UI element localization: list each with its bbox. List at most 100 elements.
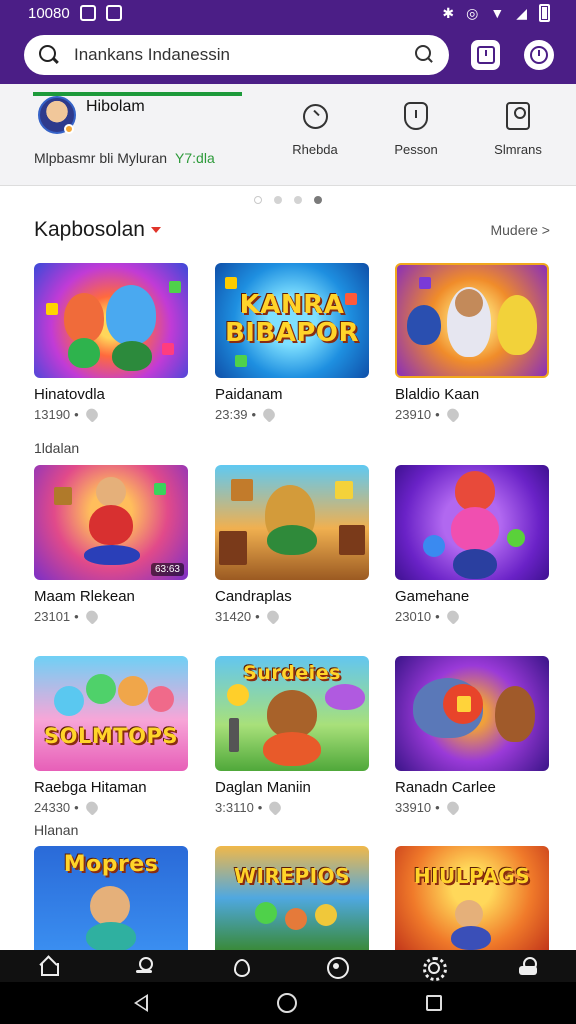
game-card[interactable]: SOLMTOPS Raebga Hitaman 24330 • bbox=[34, 656, 188, 816]
card-meta: 24330 • bbox=[34, 799, 188, 816]
card-meta: 3:3110 • bbox=[215, 799, 369, 816]
game-card[interactable]: Mopres bbox=[34, 846, 188, 950]
game-card[interactable]: Ranadn Carlee 33910 • bbox=[395, 656, 549, 816]
game-thumbnail[interactable] bbox=[215, 465, 369, 580]
game-thumbnail[interactable]: Mopres bbox=[34, 846, 188, 950]
game-thumbnail[interactable] bbox=[34, 263, 188, 378]
signal-icon: ◢ bbox=[516, 5, 527, 21]
section-title[interactable]: Kapbosolan bbox=[34, 218, 161, 242]
tab-main-subtitle-text: Mlpbasmr bli Myluran bbox=[34, 150, 168, 166]
card-stat: 3:3110 bbox=[215, 800, 254, 815]
group-label: 1ldalan bbox=[34, 440, 80, 456]
home-icon[interactable] bbox=[37, 955, 59, 977]
game-card[interactable]: HIULPAGS bbox=[395, 846, 549, 950]
heart-icon[interactable] bbox=[83, 406, 100, 423]
game-thumbnail[interactable]: 63:63 bbox=[34, 465, 188, 580]
card-title: Paidanam bbox=[215, 386, 283, 403]
thumbnail-title: HIULPAGS bbox=[413, 864, 531, 888]
game-card[interactable]: Gamehane 23010 • bbox=[395, 465, 549, 625]
card-title: Gamehane bbox=[395, 588, 470, 605]
heart-icon[interactable] bbox=[260, 406, 278, 423]
game-thumbnail[interactable] bbox=[395, 656, 549, 771]
caret-down-icon[interactable] bbox=[150, 227, 161, 234]
recents-icon[interactable] bbox=[425, 995, 442, 1011]
carousel-dots bbox=[0, 196, 576, 204]
game-thumbnail[interactable]: Surdeies bbox=[215, 656, 369, 771]
tab-pesson[interactable]: Pesson bbox=[376, 102, 456, 162]
heart-icon[interactable] bbox=[444, 406, 461, 423]
sync-icon: ◎ bbox=[466, 5, 479, 21]
card-meta: 23:39 • bbox=[215, 406, 369, 423]
card-title: Maam Rlekean bbox=[34, 588, 135, 605]
card-stat: 24330 bbox=[34, 800, 71, 815]
tab-main[interactable]: Hibolam Mlpbasmr bli Myluran Y7:dla bbox=[34, 96, 244, 166]
heart-icon[interactable] bbox=[83, 799, 100, 816]
card-meta: 23101 • bbox=[34, 608, 188, 625]
game-card[interactable]: WIREPIOS bbox=[215, 846, 369, 950]
heart-icon[interactable] bbox=[264, 608, 281, 625]
card-meta: 23910 • bbox=[395, 406, 549, 423]
thumbnail-title: KANRA BIBAPOR bbox=[224, 290, 360, 348]
search-input[interactable]: Inankans Indanessin bbox=[74, 45, 415, 65]
thumbnail-title: Mopres bbox=[63, 852, 159, 877]
game-card[interactable]: KANRA BIBAPOR Paidanam 23:39 • bbox=[215, 263, 369, 423]
shield-icon bbox=[404, 102, 428, 130]
game-thumbnail[interactable]: HIULPAGS bbox=[395, 846, 549, 950]
carousel-dot[interactable] bbox=[254, 196, 262, 204]
section-title-text: Kapbosolan bbox=[34, 218, 145, 241]
game-thumbnail[interactable] bbox=[395, 465, 549, 580]
notification-square-icon[interactable] bbox=[470, 40, 501, 70]
carousel-dot-active[interactable] bbox=[314, 196, 322, 204]
lock-icon[interactable] bbox=[517, 955, 539, 977]
game-thumbnail[interactable]: WIREPIOS bbox=[215, 846, 369, 950]
home-circle-icon[interactable] bbox=[276, 993, 297, 1013]
drop-icon[interactable] bbox=[229, 955, 251, 977]
see-more-link[interactable]: Mudere > bbox=[490, 222, 550, 238]
active-tab-indicator bbox=[33, 92, 242, 96]
search-icon bbox=[301, 102, 329, 130]
tab-main-title: Hibolam bbox=[86, 98, 145, 115]
card-title: Candraplas bbox=[215, 588, 292, 605]
game-thumbnail[interactable] bbox=[395, 263, 549, 378]
tab-slmrans[interactable]: Slmrans bbox=[478, 102, 558, 162]
tab-label: Rhebda bbox=[292, 142, 338, 157]
search-submit-icon[interactable] bbox=[414, 45, 435, 65]
app-header: Inankans Indanessin bbox=[0, 26, 576, 84]
game-card[interactable]: Blaldio Kaan 23910 • bbox=[395, 263, 549, 423]
game-thumbnail[interactable]: SOLMTOPS bbox=[34, 656, 188, 771]
back-icon[interactable] bbox=[134, 994, 149, 1012]
heart-icon[interactable] bbox=[267, 799, 284, 816]
game-thumbnail[interactable]: KANRA BIBAPOR bbox=[215, 263, 369, 378]
person-card-icon bbox=[506, 102, 530, 130]
tab-main-subtitle-accent: Y7:dla bbox=[175, 150, 215, 166]
game-card[interactable]: 63:63 Maam Rlekean 23101 • bbox=[34, 465, 188, 625]
wifi-icon: ▼ bbox=[490, 5, 505, 21]
tab-rhebda[interactable]: Rhebda bbox=[275, 102, 355, 162]
heart-icon[interactable] bbox=[444, 608, 461, 625]
status-time: 10080 bbox=[28, 4, 70, 22]
tab-strip: Hibolam Mlpbasmr bli Myluran Y7:dla Rhebd… bbox=[0, 84, 576, 186]
carousel-dot[interactable] bbox=[294, 196, 302, 204]
online-dot bbox=[64, 124, 74, 134]
thumbnail-badge: 63:63 bbox=[150, 563, 184, 576]
status-bar: 10080 ✱ ◎ ▼ ◢ bbox=[0, 0, 576, 26]
circle-icon[interactable] bbox=[325, 955, 349, 979]
card-title: Daglan Maniin bbox=[215, 779, 311, 796]
game-card[interactable]: Surdeies Daglan Maniin 3:3110 • bbox=[215, 656, 369, 816]
game-card[interactable]: Hinatovdla 13190 • bbox=[34, 263, 188, 423]
card-meta: 23010 • bbox=[395, 608, 549, 625]
user-icon[interactable] bbox=[133, 955, 155, 977]
card-title: Blaldio Kaan bbox=[395, 386, 480, 403]
gear-icon[interactable] bbox=[421, 955, 447, 981]
heart-icon[interactable] bbox=[83, 608, 100, 625]
search-icon[interactable] bbox=[38, 44, 60, 66]
heart-icon[interactable] bbox=[444, 799, 461, 816]
card-stat: 33910 bbox=[395, 800, 432, 815]
carousel-dot[interactable] bbox=[274, 196, 282, 204]
notification-icon bbox=[79, 5, 96, 21]
game-card[interactable]: Candraplas 31420 • bbox=[215, 465, 369, 625]
profile-circle-icon[interactable] bbox=[524, 40, 554, 70]
thumbnail-title: SOLMTOPS bbox=[44, 724, 178, 748]
search-bar[interactable]: Inankans Indanessin bbox=[24, 35, 449, 75]
group-label: Hlanan bbox=[34, 822, 79, 838]
